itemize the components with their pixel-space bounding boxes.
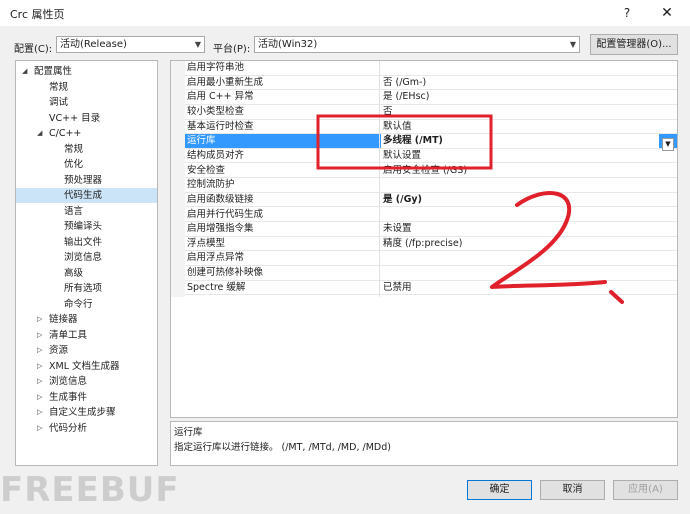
- handwritten-comma: [609, 290, 624, 304]
- watermark: FREEBUF: [0, 470, 180, 510]
- handwritten-two: [490, 191, 607, 289]
- annotation-overlay: [316, 114, 624, 304]
- highlight-rectangle: [316, 114, 493, 170]
